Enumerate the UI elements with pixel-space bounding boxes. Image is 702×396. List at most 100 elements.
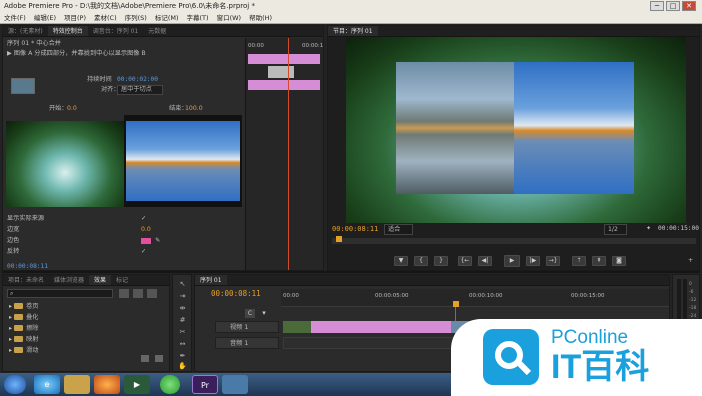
new-bin-icon[interactable] [141,355,149,362]
transition-bar[interactable] [268,66,294,78]
tab-effects[interactable]: 效果 [89,275,112,285]
it-baike-text: IT百科 [551,348,650,386]
fit-dropdown[interactable]: 适合 [384,224,414,235]
search-icon: ⌕ [10,290,14,297]
snap-icon[interactable]: C [245,309,255,318]
mark-in-button[interactable]: { [414,256,428,266]
menu-clip[interactable]: 素材(C) [90,12,121,24]
effects-folder-item[interactable]: ▸ 叠化 [9,313,38,323]
menu-project[interactable]: 项目(P) [60,12,90,24]
firefox-icon[interactable] [94,375,120,394]
menu-window[interactable]: 窗口(W) [213,12,246,24]
video-track-header[interactable]: 视频 1 [215,321,279,333]
duration-label: 持续时间 [87,76,112,83]
mini-timeline-start: 00:00 [248,43,264,49]
marker-icon[interactable]: ▾ [259,309,269,318]
tab-markers[interactable]: 标记 [111,275,133,285]
step-back-button[interactable]: ◀| [478,256,492,266]
start-value[interactable]: 0.0 [67,104,77,114]
duration-value[interactable]: 00:00:02:00 [117,75,158,85]
start-button[interactable] [4,375,26,394]
menu-sequence[interactable]: 序列(S) [121,12,151,24]
slip-tool-icon[interactable]: ↔ [177,339,188,349]
show-actual-source-checkbox[interactable]: ✓ [141,214,146,224]
clip-a-bar[interactable] [248,54,320,64]
premiere-icon[interactable]: Pr [192,375,218,394]
end-value[interactable]: 100.0 [185,104,203,114]
wrench-icon[interactable]: ✦ [646,224,651,234]
green-app-icon[interactable] [160,375,180,394]
effects-folder-item[interactable]: ▸ 滑动 [9,346,38,356]
tab-metadata[interactable]: 元数据 [143,26,171,36]
effects-search-input[interactable]: ⌕ [7,289,113,298]
lift-button[interactable]: ⇡ [572,256,586,266]
ie-icon[interactable]: e [34,375,60,394]
close-button[interactable]: ✕ [682,1,696,11]
align-dropdown[interactable]: 居中于切点 [117,85,163,95]
add-button-icon[interactable]: + [688,256,693,266]
track-select-tool-icon[interactable]: ⇥ [177,291,188,301]
32bit-effects-icon[interactable] [133,289,143,298]
mark-out-button[interactable]: } [434,256,448,266]
border-width-label: 边宽 [7,226,20,233]
rolling-edit-tool-icon[interactable]: # [177,315,188,325]
audio-track-header[interactable]: 音频 1 [215,337,279,349]
tab-project[interactable]: 项目：未命名 [3,275,49,285]
play-button[interactable]: ▶ [504,255,520,267]
effects-folder-item[interactable]: ▸ 擦除 [9,324,38,334]
project-tabs: 项目：未命名 媒体浏览器 效果 标记 [3,275,169,286]
selection-tool-icon[interactable]: ↖ [177,279,188,289]
export-frame-button[interactable]: ◙ [612,256,626,266]
ripple-edit-tool-icon[interactable]: ⇹ [177,303,188,313]
audio-track-area[interactable] [283,337,473,349]
minimize-button[interactable]: ─ [650,1,664,11]
effects-folder-item[interactable]: ▸ 卷页 [9,302,38,312]
mini-playhead[interactable] [288,38,289,270]
tab-source[interactable]: 源：(无素材) [3,26,48,36]
tab-effect-controls[interactable]: 特效控制台 [47,26,88,36]
yuv-effects-icon[interactable] [147,289,157,298]
menu-marker[interactable]: 标记(M) [151,12,183,24]
reverse-checkbox[interactable]: ✓ [141,247,146,257]
video-clip-pink[interactable] [311,321,451,333]
explorer-icon[interactable] [64,375,90,394]
folder-icon [14,314,24,320]
go-to-in-button[interactable]: {← [458,256,472,266]
extract-button[interactable]: ⇞ [592,256,606,266]
tab-media-browser[interactable]: 媒体浏览器 [49,275,89,285]
menu-edit[interactable]: 编辑(E) [30,12,60,24]
resolution-dropdown[interactable]: 1/2 [604,224,627,235]
clip-b-bar[interactable] [248,80,320,90]
tab-program[interactable]: 节目：序列 01 [328,26,378,36]
tab-sequence[interactable]: 序列 01 [195,275,227,285]
timeline-playhead-handle[interactable] [453,301,459,307]
maximize-button[interactable]: □ [666,1,680,11]
pen-tool-icon[interactable]: ✒ [177,351,188,361]
program-scrubber[interactable] [332,236,696,244]
app-icon[interactable] [222,375,248,394]
video-clip-a[interactable] [283,321,311,333]
step-forward-button[interactable]: |▶ [526,256,540,266]
menu-file[interactable]: 文件(F) [0,12,30,24]
timeline-ruler[interactable]: 00:00 00:00:05:00 00:00:10:00 00:00:15:0… [281,289,669,307]
go-to-out-button[interactable]: →} [546,256,560,266]
razor-tool-icon[interactable]: ✂ [177,327,188,337]
menu-help[interactable]: 帮助(H) [245,12,276,24]
folder-icon [14,325,24,331]
add-marker-button[interactable]: ▼ [394,256,408,266]
border-color-swatch[interactable] [141,238,151,244]
effects-folder-item[interactable]: ▸ 映射 [9,335,38,345]
eyedropper-icon[interactable]: ✎ [155,236,160,246]
tab-audio-mixer[interactable]: 调音台：序列 01 [88,26,144,36]
timeline-timecode[interactable]: 00:00:08:11 [211,289,261,299]
accelerated-effects-icon[interactable] [119,289,129,298]
meter-label: 0 [689,282,692,287]
program-quad-right [514,62,634,194]
delete-icon[interactable] [155,355,163,362]
program-playhead[interactable] [336,236,342,242]
border-width-value[interactable]: 0.0 [141,225,151,235]
media-player-icon[interactable]: ▶ [124,375,150,394]
hand-tool-icon[interactable]: ✋ [177,361,188,371]
menu-title[interactable]: 字幕(T) [183,12,213,24]
program-timecode[interactable]: 00:00:08:11 [332,224,378,234]
